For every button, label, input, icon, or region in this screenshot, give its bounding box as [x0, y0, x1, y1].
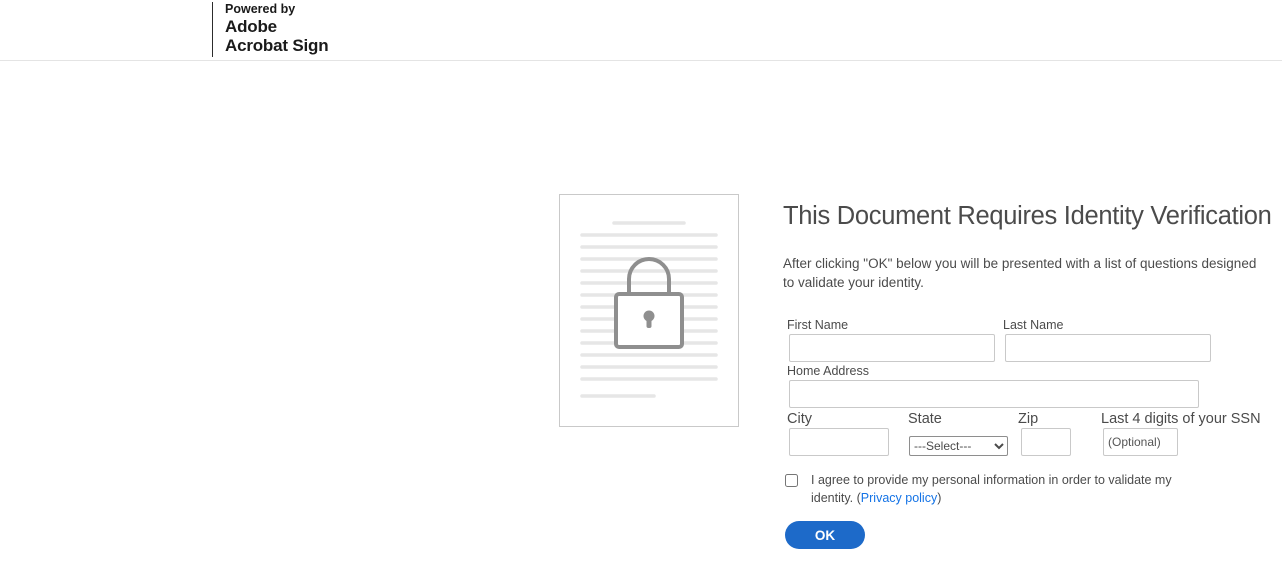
state-label: State: [908, 411, 942, 427]
privacy-policy-link[interactable]: Privacy policy: [861, 491, 937, 505]
first-name-label: First Name: [787, 318, 849, 332]
ok-button[interactable]: OK: [785, 521, 865, 549]
page-title: This Document Requires Identity Verifica…: [783, 202, 1272, 230]
state-select[interactable]: ---Select---: [909, 436, 1008, 456]
locked-document-icon: [559, 194, 739, 427]
zip-field[interactable]: [1021, 428, 1071, 456]
consent-checkbox[interactable]: [785, 474, 798, 487]
consent-close-paren: ): [937, 491, 942, 505]
first-name-field[interactable]: [789, 334, 995, 362]
ssn-label: Last 4 digits of your SSN: [1101, 411, 1261, 427]
ssn-field[interactable]: [1103, 428, 1178, 456]
city-label: City: [787, 411, 812, 427]
verification-panel: This Document Requires Identity Verifica…: [783, 198, 1278, 290]
last-name-label: Last Name: [1003, 318, 1064, 332]
brand-name-line2: Acrobat Sign: [225, 36, 329, 55]
adobe-acrobat-sign-logo: Powered by Adobe Acrobat Sign: [212, 2, 329, 57]
city-field[interactable]: [789, 428, 889, 456]
top-header: Powered by Adobe Acrobat Sign: [0, 0, 1282, 61]
locked-document-illustration: [580, 221, 718, 398]
page-description: After clicking "OK" below you will be pr…: [783, 256, 1257, 290]
powered-by-label: Powered by: [225, 2, 296, 16]
home-address-field[interactable]: [789, 380, 1199, 408]
brand-name-line1: Adobe: [225, 17, 277, 36]
home-address-label: Home Address: [787, 364, 869, 378]
last-name-field[interactable]: [1005, 334, 1211, 362]
zip-label: Zip: [1018, 411, 1039, 427]
consent-text: I agree to provide my personal informati…: [811, 471, 1191, 507]
